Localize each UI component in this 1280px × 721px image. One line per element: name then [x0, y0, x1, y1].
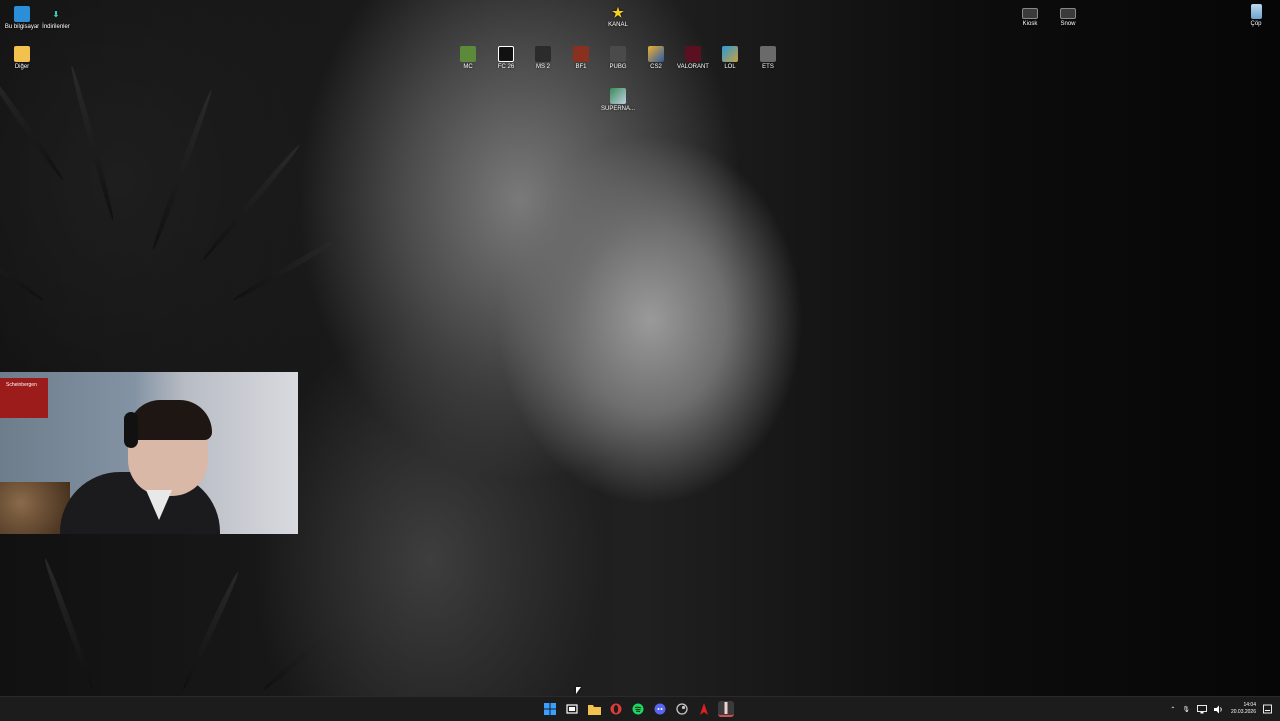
- desktop-icon-recycle-bin[interactable]: Çöp: [1234, 4, 1278, 28]
- folder-icon: [14, 46, 30, 62]
- taskbar: ⌃ 🎙︎ 14:04 20.03.2026: [0, 696, 1280, 721]
- opera-button[interactable]: [608, 701, 624, 717]
- discord-icon: [654, 703, 666, 715]
- desktop-wallpaper: [0, 0, 1280, 696]
- file-explorer-button[interactable]: [586, 701, 602, 717]
- recycle-bin-icon: [1250, 4, 1262, 19]
- headset-icon: [124, 412, 138, 448]
- snow-icon: [1060, 8, 1076, 19]
- start-icon: [544, 703, 556, 715]
- ms2-icon: [535, 46, 551, 62]
- minecraft-icon: [460, 46, 476, 62]
- chevron-up-icon[interactable]: ⌃: [1170, 706, 1175, 713]
- this-pc-icon: [14, 6, 30, 22]
- valorant-icon: [685, 46, 701, 62]
- spotify-icon: [632, 703, 644, 715]
- notification-icon[interactable]: [1263, 704, 1272, 714]
- obs-icon: [724, 702, 728, 714]
- system-clock[interactable]: 14:04 20.03.2026: [1231, 702, 1256, 716]
- desktop-icon-downloads[interactable]: ⬇ İndirilenler: [34, 6, 78, 31]
- opera-icon: [610, 703, 622, 715]
- kiosk-icon: [1022, 8, 1038, 19]
- volume-icon[interactable]: [1213, 705, 1224, 714]
- obs-button[interactable]: [718, 701, 734, 717]
- superna-icon: [610, 88, 626, 104]
- star-icon: ★: [612, 4, 624, 20]
- discord-button[interactable]: [652, 701, 668, 717]
- red-app-icon: [700, 703, 708, 715]
- desktop-icon-snow[interactable]: Snow: [1046, 8, 1090, 28]
- desktop-icon-ets[interactable]: ETS: [746, 46, 790, 71]
- cs2-icon: [648, 46, 664, 62]
- desktop-icon-superna[interactable]: SUPERNA...: [596, 88, 640, 113]
- desktop-icon-folder[interactable]: Diğer: [0, 46, 44, 71]
- pubg-icon: [610, 46, 626, 62]
- mouse-cursor: [576, 687, 581, 694]
- spotify-button[interactable]: [630, 701, 646, 717]
- steam-icon: [676, 703, 688, 715]
- task-view-button[interactable]: [564, 701, 580, 717]
- file-explorer-icon: [587, 704, 601, 715]
- lol-icon: [722, 46, 738, 62]
- network-icon[interactable]: [1197, 704, 1207, 714]
- system-tray: ⌃ 🎙︎ 14:04 20.03.2026: [1170, 697, 1272, 721]
- task-view-icon: [566, 704, 578, 714]
- clock-time: 14:04: [1243, 702, 1256, 708]
- clock-date: 20.03.2026: [1230, 709, 1256, 715]
- start-button[interactable]: [542, 701, 558, 717]
- microphone-icon[interactable]: 🎙︎: [1182, 706, 1190, 713]
- steam-button[interactable]: [674, 701, 690, 717]
- webcam-overlay: Scheinbergen: [0, 372, 298, 534]
- bf1-icon: [573, 46, 589, 62]
- ets-icon: [760, 46, 776, 62]
- wall-flag: Scheinbergen: [0, 378, 48, 418]
- desktop-icon-kanal[interactable]: ★ KANAL: [596, 4, 640, 29]
- red-app-button[interactable]: [696, 701, 712, 717]
- fc26-icon: [498, 46, 514, 62]
- downloads-icon: ⬇: [52, 9, 60, 19]
- taskbar-apps: [542, 697, 734, 721]
